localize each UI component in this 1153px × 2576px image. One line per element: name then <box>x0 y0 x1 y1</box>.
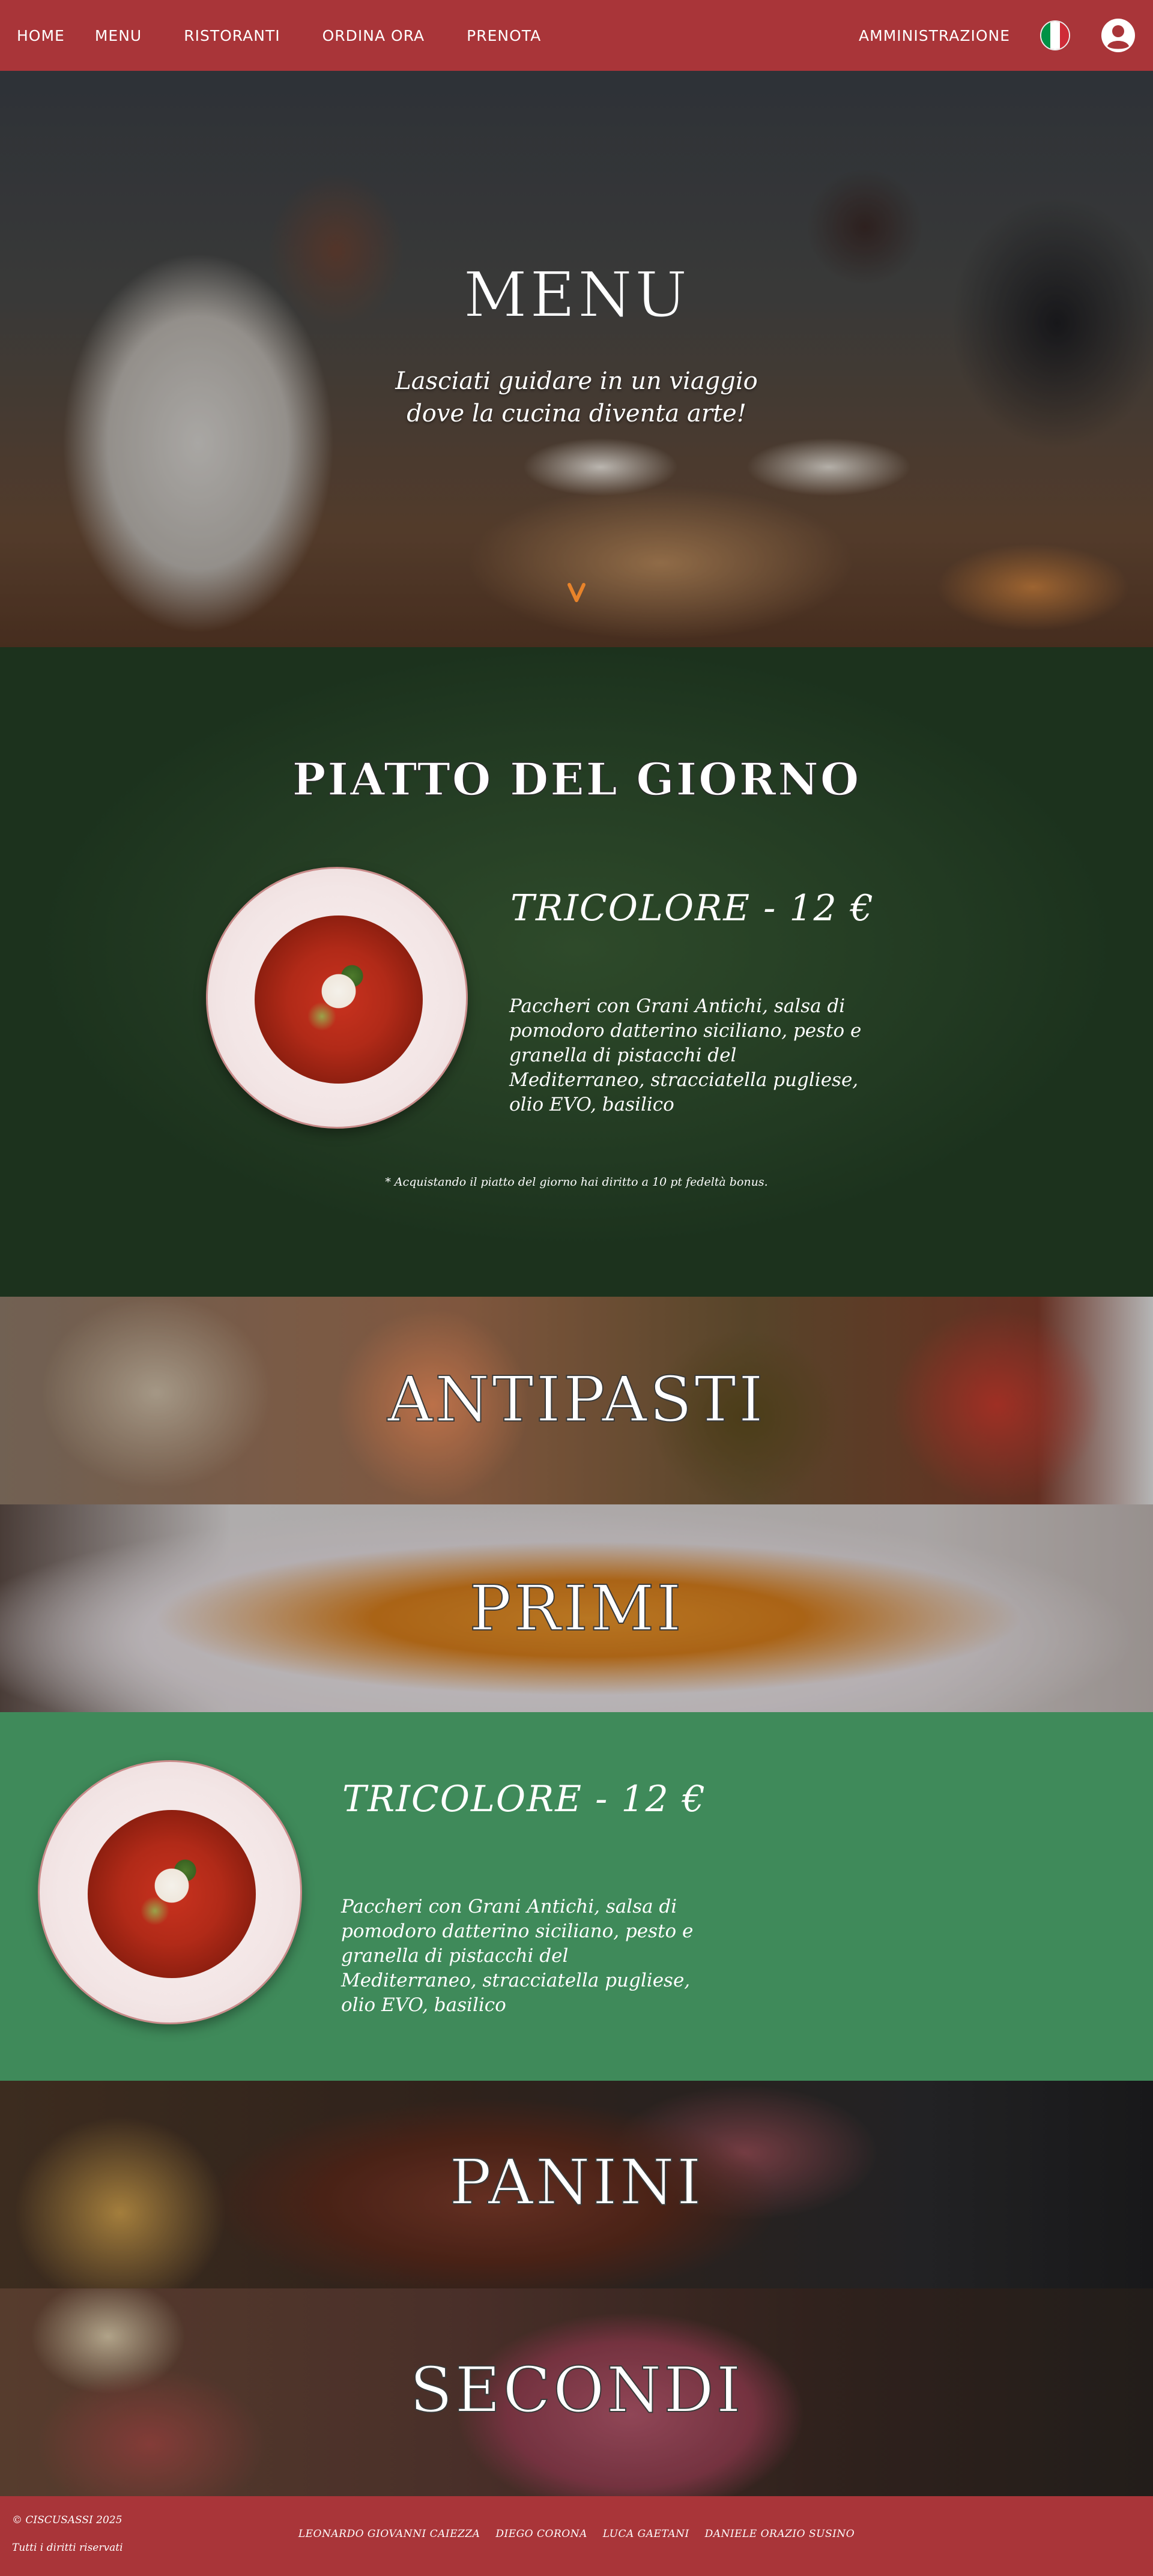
dish-description: Paccheri con Grani Antichi, salsa di pom… <box>509 994 861 1117</box>
dish-description: Paccheri con Grani Antichi, salsa di pom… <box>341 1895 693 2018</box>
category-primi[interactable]: PRIMI <box>0 1504 1153 1712</box>
footer-author: DIEGO CORONA <box>495 2528 587 2540</box>
dish-name: TRICOLORE - 12 € <box>342 1778 707 1820</box>
dish-description-line: granella di pistacchi del <box>341 1945 569 1967</box>
primi-menu-item[interactable]: TRICOLORE - 12 € Paccheri con Grani Anti… <box>0 1712 1153 2081</box>
nav-prenota-link[interactable]: PRENOTA <box>467 27 541 44</box>
nav-menu-link[interactable]: MENU <box>95 27 142 44</box>
dish-description-line: Mediterraneo, stracciatella pugliese, <box>341 1970 691 1991</box>
footer-rights: Tutti i diritti riservati <box>12 2542 123 2554</box>
footer-author: DANIELE ORAZIO SUSINO <box>704 2528 855 2540</box>
dish-food-graphic <box>255 915 423 1084</box>
category-title: SECONDI <box>409 2353 743 2427</box>
footer-author: LUCA GAETANI <box>602 2528 689 2540</box>
footer-author: LEONARDO GIOVANNI CAIEZZA <box>298 2528 480 2540</box>
footer: © CISCUSASSI 2025 Tutti i diritti riserv… <box>0 2496 1153 2576</box>
hero-section: MENU Lasciati guidare in un viaggio dove… <box>0 71 1153 647</box>
footer-copyright: © CISCUSASSI 2025 <box>12 2514 123 2526</box>
nav-ristoranti-link[interactable]: RISTORANTI <box>184 27 280 44</box>
italian-flag-icon[interactable] <box>1040 20 1070 50</box>
hero-subtitle: Lasciati guidare in un viaggio dove la c… <box>0 365 1153 430</box>
dish-description-line: Paccheri con Grani Antichi, salsa di <box>509 995 846 1017</box>
piatto-del-giorno-section: PIATTO DEL GIORNO TRICOLORE - 12 € Pacch… <box>0 647 1153 1297</box>
nav-admin-link[interactable]: AMMINISTRAZIONE <box>859 27 1010 44</box>
hero-subtitle-line-1: Lasciati guidare in un viaggio <box>395 367 758 395</box>
category-title: PANINI <box>449 2145 704 2219</box>
nav-home-link[interactable]: HOME <box>17 27 65 44</box>
dish-description-line: pomodoro datterino siciliano, pesto e <box>509 1020 862 1042</box>
category-antipasti[interactable]: ANTIPASTI <box>0 1297 1153 1504</box>
dish-food-graphic <box>88 1810 256 1978</box>
dish-image <box>38 1760 302 2024</box>
piatto-del-giorno-title: PIATTO DEL GIORNO <box>292 753 861 806</box>
dish-image <box>206 867 468 1129</box>
hero-title: MENU <box>462 258 690 332</box>
dish-description-line: olio EVO, basilico <box>341 1994 506 2016</box>
category-panini[interactable]: PANINI <box>0 2081 1153 2288</box>
top-navbar: HOME MENU RISTORANTI ORDINA ORA PRENOTA … <box>0 0 1153 71</box>
chevron-down-icon[interactable] <box>564 580 589 604</box>
category-secondi[interactable]: SECONDI <box>0 2288 1153 2496</box>
loyalty-note: * Acquistando il piatto del giorno hai d… <box>385 1175 768 1189</box>
category-title: PRIMI <box>469 1571 684 1645</box>
user-circle-icon[interactable] <box>1100 17 1136 53</box>
dish-description-line: Mediterraneo, stracciatella pugliese, <box>509 1069 859 1091</box>
dish-description-line: pomodoro datterino siciliano, pesto e <box>341 1920 694 1942</box>
footer-authors: LEONARDO GIOVANNI CAIEZZA DIEGO CORONA L… <box>0 2528 1153 2540</box>
dish-name: TRICOLORE - 12 € <box>510 887 875 929</box>
hero-subtitle-line-2: dove la cucina diventa arte! <box>407 400 746 427</box>
dish-description-line: granella di pistacchi del <box>509 1045 737 1066</box>
category-title: ANTIPASTI <box>387 1362 766 1437</box>
dish-description-line: olio EVO, basilico <box>509 1094 674 1115</box>
dish-description-line: Paccheri con Grani Antichi, salsa di <box>341 1896 677 1917</box>
nav-ordina-ora-link[interactable]: ORDINA ORA <box>322 27 425 44</box>
